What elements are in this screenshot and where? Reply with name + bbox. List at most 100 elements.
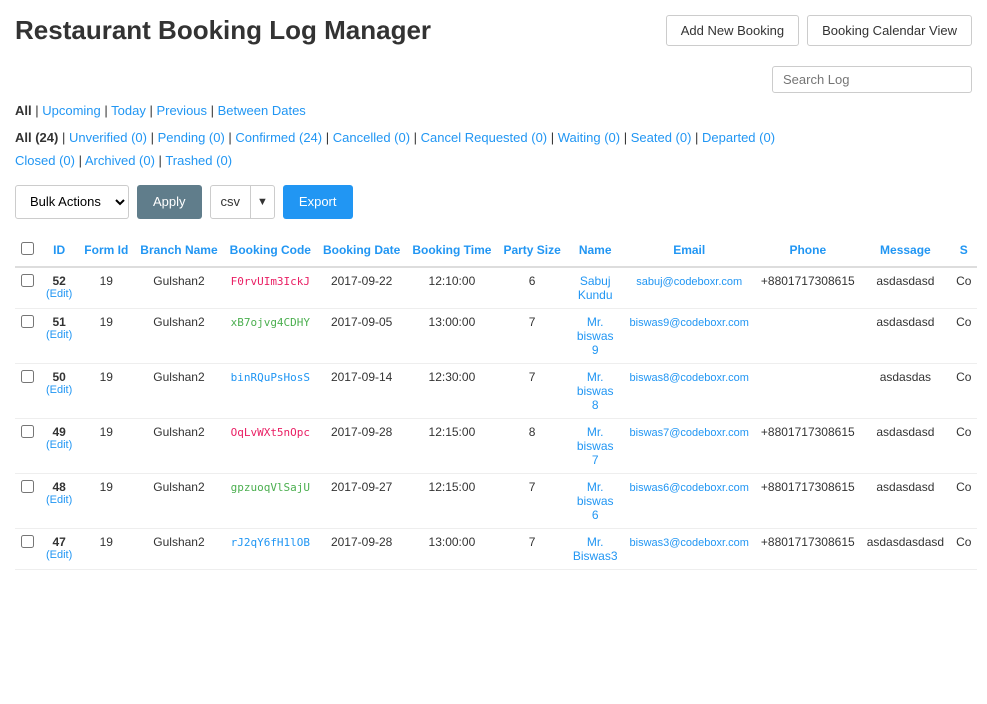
toolbar: Bulk Actions Apply csv ▼ Export [15, 185, 972, 219]
row-id: 47 (Edit) [40, 528, 78, 569]
search-input[interactable] [772, 66, 972, 93]
col-booking-code: Booking Code [224, 234, 317, 267]
bulk-actions-select[interactable]: Bulk Actions [15, 185, 129, 219]
row-time: 12:10:00 [406, 267, 497, 309]
filter-between-dates[interactable]: Between Dates [218, 103, 306, 118]
row-checkbox[interactable] [15, 308, 40, 363]
row-email: biswas9@codeboxr.com [624, 308, 755, 363]
csv-dropdown-arrow[interactable]: ▼ [251, 186, 274, 218]
select-all-checkbox[interactable] [21, 242, 34, 255]
row-date: 2017-09-22 [317, 267, 406, 309]
row-phone: +8801717308615 [755, 418, 861, 473]
row-phone: +8801717308615 [755, 528, 861, 569]
col-booking-time: Booking Time [406, 234, 497, 267]
csv-select-wrap: csv ▼ [210, 185, 275, 219]
edit-link[interactable]: (Edit) [46, 329, 72, 341]
row-date: 2017-09-28 [317, 418, 406, 473]
edit-link[interactable]: (Edit) [46, 549, 72, 561]
row-time: 13:00:00 [406, 308, 497, 363]
row-checkbox[interactable] [15, 267, 40, 309]
row-party: 7 [497, 308, 566, 363]
edit-link[interactable]: (Edit) [46, 288, 72, 300]
row-id: 48 (Edit) [40, 473, 78, 528]
status-confirmed[interactable]: Confirmed (24) [235, 130, 322, 145]
status-seated[interactable]: Seated (0) [631, 130, 692, 145]
csv-label: csv [211, 186, 252, 218]
search-area [15, 66, 972, 93]
status-trashed[interactable]: Trashed (0) [165, 153, 232, 168]
status-pending[interactable]: Pending (0) [158, 130, 225, 145]
edit-link[interactable]: (Edit) [46, 494, 72, 506]
row-party: 6 [497, 267, 566, 309]
table-row: 49 (Edit) 19 Gulshan2 OqLvWXt5nOpc 2017-… [15, 418, 977, 473]
col-status: S [950, 234, 977, 267]
status-cancel-requested[interactable]: Cancel Requested (0) [421, 130, 547, 145]
add-new-booking-button[interactable]: Add New Booking [666, 15, 799, 46]
page-header: Restaurant Booking Log Manager Add New B… [15, 15, 972, 46]
col-email: Email [624, 234, 755, 267]
row-booking-code: rJ2qY6fH1lOB [224, 528, 317, 569]
row-status: Co [950, 528, 977, 569]
row-status: Co [950, 308, 977, 363]
header-buttons: Add New Booking Booking Calendar View [666, 15, 972, 46]
edit-link[interactable]: (Edit) [46, 384, 72, 396]
apply-button[interactable]: Apply [137, 185, 202, 219]
row-id: 51 (Edit) [40, 308, 78, 363]
status-all[interactable]: All (24) [15, 130, 58, 145]
row-name: Mr. biswas 9 [567, 308, 624, 363]
row-email: biswas3@codeboxr.com [624, 528, 755, 569]
table-header-row: ID Form Id Branch Name Booking Code Book… [15, 234, 977, 267]
filter-upcoming[interactable]: Upcoming [42, 103, 101, 118]
row-booking-code: F0rvUIm3IckJ [224, 267, 317, 309]
table-row: 51 (Edit) 19 Gulshan2 xB7ojvg4CDHY 2017-… [15, 308, 977, 363]
status-departed[interactable]: Departed (0) [702, 130, 775, 145]
row-message: asdasdas [861, 363, 950, 418]
row-message: asdasdasd [861, 418, 950, 473]
row-booking-code: gpzuoqVlSajU [224, 473, 317, 528]
row-form-id: 19 [78, 418, 134, 473]
row-booking-code: OqLvWXt5nOpc [224, 418, 317, 473]
row-checkbox[interactable] [15, 363, 40, 418]
row-message: asdasdasdasd [861, 528, 950, 569]
col-name: Name [567, 234, 624, 267]
row-time: 12:15:00 [406, 418, 497, 473]
status-closed[interactable]: Closed (0) [15, 153, 75, 168]
edit-link[interactable]: (Edit) [46, 439, 72, 451]
row-status: Co [950, 418, 977, 473]
row-booking-code: xB7ojvg4CDHY [224, 308, 317, 363]
row-form-id: 19 [78, 267, 134, 309]
row-date: 2017-09-05 [317, 308, 406, 363]
row-message: asdasdasd [861, 267, 950, 309]
row-message: asdasdasd [861, 308, 950, 363]
row-phone [755, 308, 861, 363]
row-form-id: 19 [78, 473, 134, 528]
bookings-table: ID Form Id Branch Name Booking Code Book… [15, 234, 977, 570]
page-title: Restaurant Booking Log Manager [15, 15, 431, 46]
col-id: ID [40, 234, 78, 267]
filter-all[interactable]: All [15, 103, 32, 118]
row-phone: +8801717308615 [755, 473, 861, 528]
row-name: Mr. biswas 7 [567, 418, 624, 473]
export-button[interactable]: Export [283, 185, 353, 219]
status-cancelled[interactable]: Cancelled (0) [333, 130, 410, 145]
status-unverified[interactable]: Unverified (0) [69, 130, 147, 145]
row-date: 2017-09-14 [317, 363, 406, 418]
filter-previous[interactable]: Previous [156, 103, 207, 118]
booking-calendar-button[interactable]: Booking Calendar View [807, 15, 972, 46]
status-archived[interactable]: Archived (0) [85, 153, 155, 168]
row-date: 2017-09-28 [317, 528, 406, 569]
row-id: 50 (Edit) [40, 363, 78, 418]
filter-bar: All | Upcoming | Today | Previous | Betw… [15, 103, 972, 118]
table-row: 48 (Edit) 19 Gulshan2 gpzuoqVlSajU 2017-… [15, 473, 977, 528]
row-checkbox[interactable] [15, 528, 40, 569]
status-waiting[interactable]: Waiting (0) [558, 130, 620, 145]
row-email: biswas7@codeboxr.com [624, 418, 755, 473]
row-checkbox[interactable] [15, 473, 40, 528]
filter-today[interactable]: Today [111, 103, 146, 118]
row-form-id: 19 [78, 308, 134, 363]
row-status: Co [950, 267, 977, 309]
row-party: 7 [497, 528, 566, 569]
row-checkbox[interactable] [15, 418, 40, 473]
row-form-id: 19 [78, 363, 134, 418]
col-phone: Phone [755, 234, 861, 267]
